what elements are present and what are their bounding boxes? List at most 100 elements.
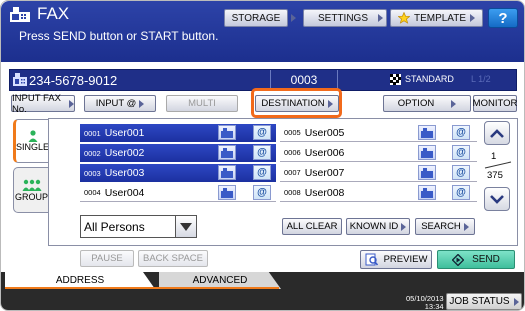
- entry-name: User006: [304, 146, 345, 159]
- star-icon: [397, 12, 410, 24]
- group-icon: [22, 179, 41, 191]
- tab-single-label: SINGLE: [16, 142, 50, 152]
- fax-icon[interactable]: [218, 125, 236, 140]
- preview-label: PREVIEW: [383, 254, 428, 265]
- search-button[interactable]: SEARCH: [415, 218, 475, 235]
- tab-underline: [5, 287, 279, 289]
- input-fax-no-button[interactable]: INPUT FAX No.: [11, 92, 75, 115]
- fax-icon[interactable]: [418, 185, 436, 200]
- send-button[interactable]: SEND: [437, 250, 515, 269]
- entry-index: 0003: [84, 168, 101, 178]
- monitor-label: MONITOR: [472, 98, 518, 109]
- pause-button[interactable]: PAUSE: [80, 250, 134, 267]
- entry-user004[interactable]: 0004 User004: [80, 184, 276, 202]
- backspace-label: BACK SPACE: [142, 253, 203, 264]
- filter-dropdown-button[interactable]: [175, 215, 197, 238]
- status-message: Press SEND button or START button.: [19, 29, 219, 43]
- entry-index: 0006: [284, 148, 301, 157]
- email-icon[interactable]: @: [253, 185, 271, 200]
- resolution-icon: [390, 74, 401, 85]
- email-icon[interactable]: @: [452, 185, 470, 200]
- tab-address-label: ADDRESS: [55, 275, 105, 286]
- entry-name: User003: [104, 167, 145, 179]
- entry-index: 0001: [84, 128, 101, 138]
- input-at-label: INPUT @: [95, 98, 137, 109]
- entry-index: 0008: [284, 188, 301, 197]
- chevron-up-icon: [490, 128, 504, 138]
- entry-user007[interactable]: 0007 User007: [280, 164, 477, 182]
- tab-group[interactable]: GROUP: [13, 167, 49, 213]
- fax-number-display: 234-5678-9012: [29, 73, 118, 88]
- entry-index: 0007: [284, 168, 301, 177]
- email-icon[interactable]: @: [253, 145, 271, 160]
- template-button[interactable]: TEMPLATE: [390, 9, 483, 27]
- destination-count: 0003: [270, 70, 338, 90]
- entry-index: 0004: [84, 188, 101, 197]
- input-at-arrow-icon: [139, 99, 145, 108]
- scroll-down-button[interactable]: [484, 187, 510, 211]
- job-status-label: JOB STATUS: [449, 296, 510, 307]
- storage-label: STORAGE: [231, 12, 281, 24]
- settings-arrow-icon: [378, 14, 383, 22]
- entry-name: User008: [304, 186, 345, 199]
- fax-icon[interactable]: [218, 145, 236, 160]
- multi-button[interactable]: MULTI: [166, 95, 238, 112]
- preview-button[interactable]: PREVIEW: [360, 250, 432, 269]
- job-status-button[interactable]: JOB STATUS: [446, 293, 522, 310]
- email-icon[interactable]: @: [452, 125, 470, 140]
- tab-single[interactable]: SINGLE: [13, 119, 49, 163]
- all-clear-button[interactable]: ALL CLEAR: [282, 218, 342, 235]
- date-time: 05/10/2013 13:34: [406, 295, 444, 311]
- job-status-arrow-icon: [513, 297, 519, 306]
- scroll-up-button[interactable]: [484, 121, 510, 145]
- entry-user005[interactable]: 0005 User005: [280, 124, 477, 142]
- entry-user003[interactable]: 0003 User003: [80, 164, 276, 182]
- fax-machine-icon: [10, 7, 30, 22]
- option-button[interactable]: OPTION: [383, 95, 471, 112]
- filter-value: All Persons: [84, 219, 145, 234]
- fax-icon[interactable]: [418, 145, 436, 160]
- entry-user006[interactable]: 0006 User006: [280, 144, 477, 162]
- entry-user001[interactable]: 0001 User001: [80, 124, 276, 142]
- settings-label: SETTINGS: [318, 12, 369, 24]
- email-icon[interactable]: @: [452, 165, 470, 180]
- known-id-button[interactable]: KNOWN ID: [346, 218, 410, 235]
- total-pages: 375: [487, 170, 503, 181]
- input-at-button[interactable]: INPUT @: [84, 95, 156, 112]
- entry-index: 0002: [84, 148, 101, 158]
- settings-button[interactable]: SETTINGS: [303, 9, 387, 27]
- known-id-arrow-icon: [401, 222, 407, 231]
- single-person-icon: [28, 130, 37, 142]
- help-button[interactable]: ?: [488, 8, 518, 28]
- input-fax-no-label: INPUT FAX No.: [12, 92, 61, 115]
- storage-arrow-icon: [291, 14, 296, 22]
- pause-label: PAUSE: [91, 253, 123, 264]
- fax-icon[interactable]: [418, 165, 436, 180]
- email-icon[interactable]: @: [253, 165, 271, 180]
- fax-icon[interactable]: [418, 125, 436, 140]
- entry-name: User001: [104, 127, 145, 139]
- entry-index: 0005: [284, 128, 301, 137]
- entry-user008[interactable]: 0008 User008: [280, 184, 477, 202]
- chevron-down-icon: [490, 194, 504, 204]
- dropdown-arrow-icon: [180, 222, 192, 231]
- entry-name: User007: [304, 166, 345, 179]
- search-arrow-icon: [463, 222, 469, 231]
- tab-group-label: GROUP: [14, 191, 48, 202]
- email-icon[interactable]: @: [452, 145, 470, 160]
- template-label: TEMPLATE: [413, 12, 467, 24]
- fax-icon[interactable]: [218, 185, 236, 200]
- entry-name: User004: [104, 186, 145, 199]
- page-divider: [484, 161, 512, 169]
- fax-icon[interactable]: [218, 165, 236, 180]
- monitor-button[interactable]: MONITOR: [473, 95, 517, 112]
- backspace-button[interactable]: BACK SPACE: [138, 250, 208, 267]
- entry-name: User005: [304, 126, 345, 139]
- email-icon[interactable]: @: [253, 125, 271, 140]
- input-fax-no-arrow-icon: [69, 99, 74, 108]
- storage-button[interactable]: STORAGE: [224, 9, 288, 27]
- option-label: OPTION: [397, 98, 435, 109]
- entry-user002[interactable]: 0002 User002: [80, 144, 276, 162]
- start-diamond-icon: [452, 253, 465, 266]
- destination-highlight: [251, 88, 342, 118]
